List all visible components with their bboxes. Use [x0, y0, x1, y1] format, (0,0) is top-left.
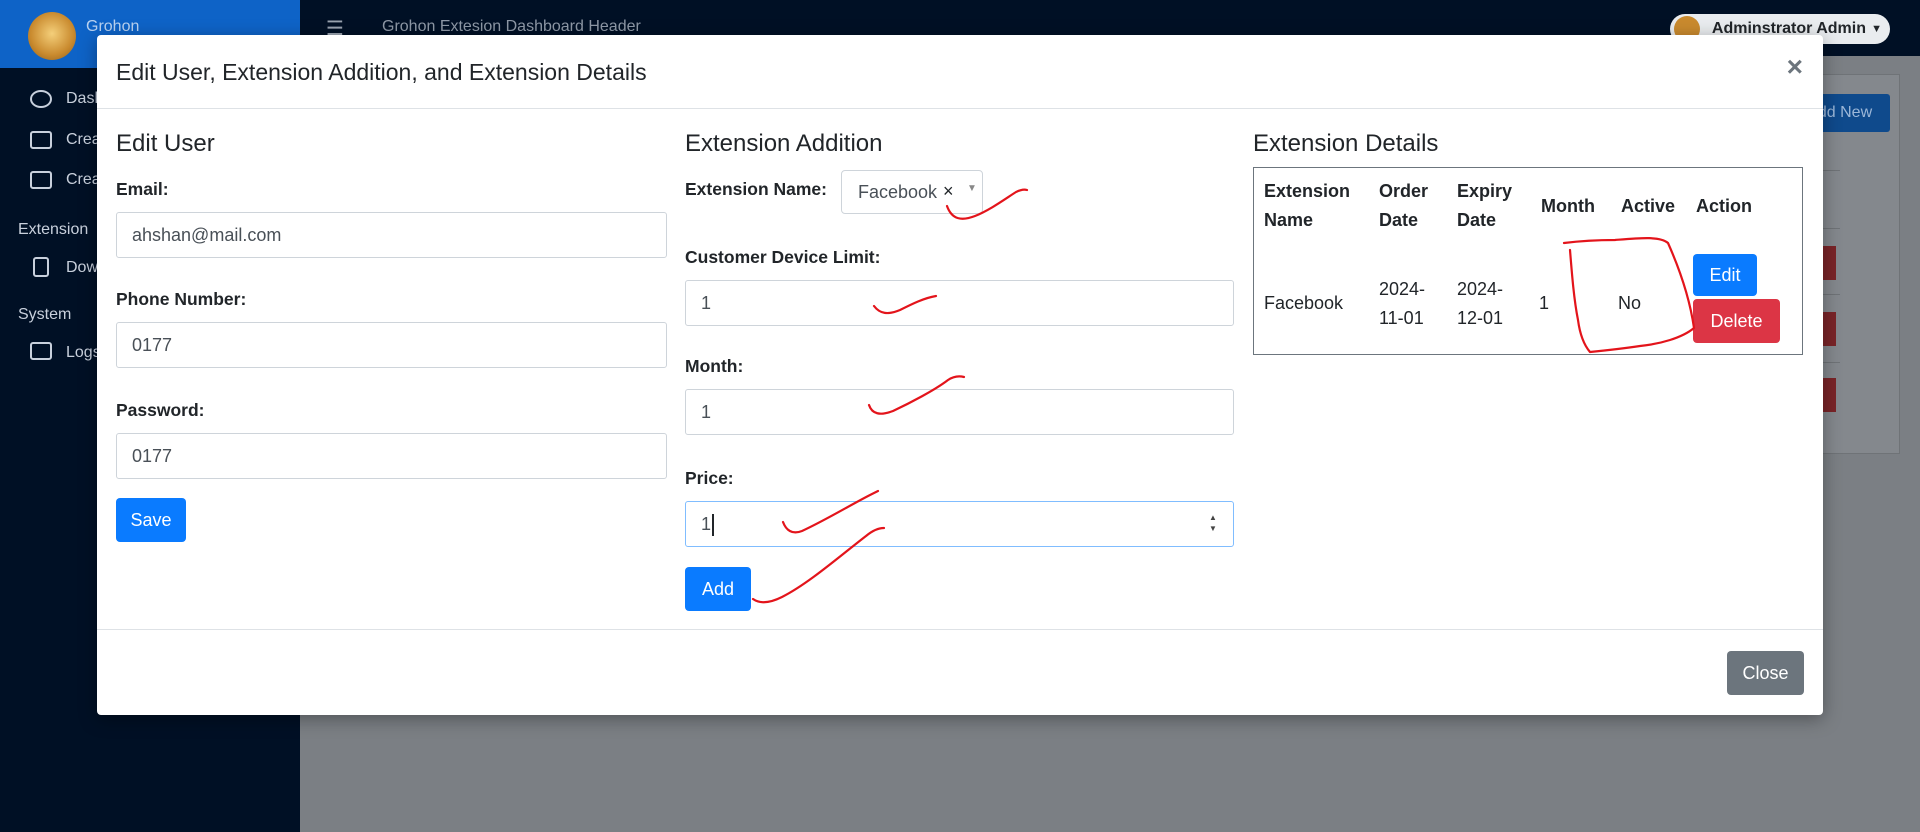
wallet-icon	[30, 171, 52, 189]
cell-month: 1	[1539, 293, 1550, 313]
cell-active: No	[1618, 293, 1642, 313]
phone-field[interactable]: 0177	[116, 322, 667, 368]
price-field[interactable]: 1 ▲ ▼	[685, 501, 1234, 547]
column-header-active: Active	[1621, 196, 1676, 216]
extension-name-label: Extension Name:	[685, 179, 827, 199]
edit-user-modal: Edit User, Extension Addition, and Exten…	[97, 35, 1823, 715]
month-label: Month:	[685, 356, 744, 376]
file-icon	[33, 257, 49, 277]
modal-title: Edit User, Extension Addition, and Exten…	[116, 59, 647, 85]
number-spinner-icon[interactable]: ▲ ▼	[1207, 512, 1219, 534]
phone-label: Phone Number:	[116, 289, 247, 309]
device-limit-field[interactable]: 1	[685, 280, 1234, 326]
brand-name: Grohon	[86, 18, 140, 35]
header-title: Grohon Extesion Dashboard Header	[382, 18, 641, 35]
dashboard-icon	[30, 90, 52, 108]
edit-user-heading: Edit User	[116, 130, 215, 157]
caret-down-icon: ▼	[1871, 23, 1882, 35]
price-value: 1	[701, 514, 712, 534]
column-header-order-date: Order Date	[1379, 181, 1429, 230]
sidebar-section-extension: Extension	[18, 221, 89, 238]
delete-extension-button[interactable]: Delete	[1693, 299, 1780, 343]
brand-logo	[28, 12, 76, 60]
email-label: Email:	[116, 179, 169, 199]
cell-expiry-date: 2024-12-01	[1457, 279, 1504, 328]
email-field[interactable]: ahshan@mail.com	[116, 212, 667, 258]
edit-extension-button[interactable]: Edit	[1693, 254, 1757, 296]
wallet-icon	[30, 131, 52, 149]
sidebar-item-logs[interactable]: Logs	[66, 344, 101, 362]
add-extension-button[interactable]: Add	[685, 567, 751, 611]
save-button[interactable]: Save	[116, 498, 186, 542]
extension-details-heading: Extension Details	[1253, 130, 1439, 157]
device-limit-label: Customer Device Limit:	[685, 247, 881, 267]
cell-extension-name: Facebook	[1264, 293, 1344, 313]
column-header-extension-name: Extension Name	[1264, 181, 1351, 230]
clear-selection-icon[interactable]: ×	[943, 181, 954, 202]
password-field[interactable]: 0177	[116, 433, 667, 479]
close-button[interactable]: Close	[1727, 651, 1804, 695]
cell-order-date: 2024-11-01	[1379, 279, 1426, 328]
extension-details-table: Extension Name Order Date Expiry Date Mo…	[1253, 167, 1803, 355]
modal-header: Edit User, Extension Addition, and Exten…	[97, 35, 1823, 109]
close-icon[interactable]: ×	[1787, 53, 1803, 81]
extension-addition-heading: Extension Addition	[685, 130, 883, 157]
column-header-expiry-date: Expiry Date	[1457, 181, 1513, 230]
modal-footer: Close	[97, 629, 1823, 715]
chevron-down-icon: ▼	[967, 183, 977, 194]
extension-name-selected: Facebook	[858, 182, 938, 202]
column-header-month: Month	[1541, 196, 1595, 216]
password-label: Password:	[116, 400, 205, 420]
sidebar-section-system: System	[18, 306, 72, 323]
price-label: Price:	[685, 468, 734, 488]
column-header-action: Action	[1696, 196, 1752, 216]
text-cursor	[712, 514, 715, 537]
extension-name-select[interactable]: Facebook × ▼	[841, 170, 983, 214]
list-icon	[30, 342, 52, 360]
month-field[interactable]: 1	[685, 389, 1234, 435]
